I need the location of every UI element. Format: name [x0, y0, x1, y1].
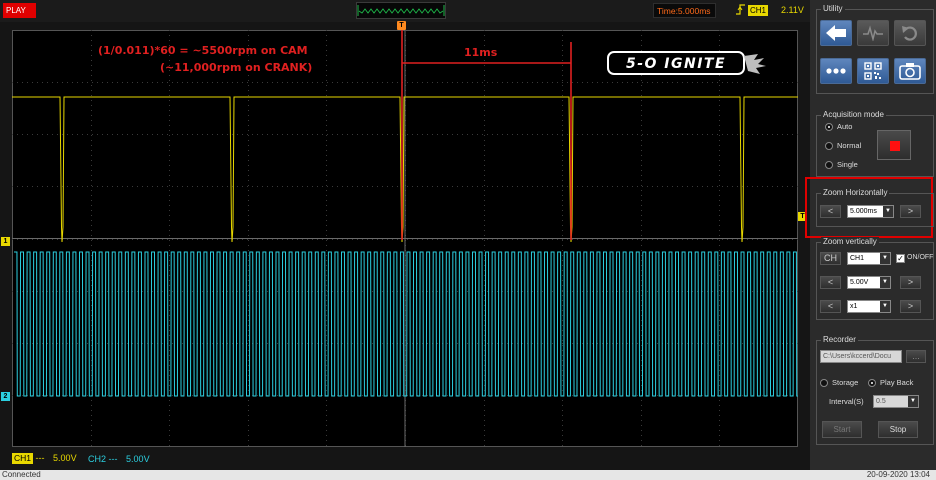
- zoom-v-ch-button[interactable]: CH: [820, 252, 841, 265]
- interval-value: 0.5: [876, 398, 886, 405]
- onoff-checkbox[interactable]: ✓: [896, 254, 905, 263]
- ch1-status: CH1 --- 5.00V: [12, 453, 77, 466]
- zoom-v-volts-select[interactable]: 5.00V ▼: [847, 276, 891, 289]
- zoom-v-probe-value: x1: [850, 303, 858, 310]
- trigger-level-value: 2.11V: [781, 5, 804, 15]
- acq-normal-label: Normal: [837, 141, 862, 150]
- rpm-annotation-line1: (1/0.011)*60 = ~5500rpm on CAM: [98, 44, 308, 57]
- ch2-waveform: [14, 251, 798, 397]
- rec-storage-radio[interactable]: Storage: [820, 378, 859, 388]
- acq-auto-radio[interactable]: Auto: [825, 122, 853, 132]
- logo-text: 5-O IGNITE: [626, 56, 726, 72]
- zoom-v-probe-select[interactable]: x1 ▼: [847, 300, 891, 313]
- run-stop-button[interactable]: [877, 130, 911, 160]
- ch1-offset-marker[interactable]: 1: [1, 237, 10, 246]
- connection-status: Connected: [2, 470, 41, 479]
- ch1-coupling: ---: [35, 453, 45, 463]
- zoom-v-channel-select[interactable]: CH1 ▼: [847, 252, 891, 265]
- acquisition-group: Acquisition mode Auto Normal Single: [816, 110, 934, 177]
- recorder-path-field[interactable]: C:\Users\kccerd\Docu: [820, 350, 902, 363]
- recorder-group: Recorder C:\Users\kccerd\Docu ... Storag…: [816, 335, 934, 445]
- radio-checked-icon: [868, 379, 876, 388]
- trigger-channel-tag: CH1: [748, 5, 769, 16]
- interval-select[interactable]: 0.5 ▼: [873, 395, 919, 408]
- oscilloscope-app: PLAY Time:5.000ms CH1 2.11V (1/0.011)*60…: [0, 0, 936, 480]
- date-time: 20-09-2020 13:04: [866, 470, 930, 479]
- acquisition-title: Acquisition mode: [821, 110, 886, 119]
- rec-storage-label: Storage: [832, 378, 859, 387]
- recorder-stop-button[interactable]: Stop: [878, 421, 918, 438]
- chevron-down-icon: ▼: [880, 277, 890, 288]
- trigger-position-overview[interactable]: [356, 2, 446, 19]
- recorder-start-button[interactable]: Start: [822, 421, 862, 438]
- zoom-horizontal-title: Zoom Horizontally: [821, 188, 890, 197]
- zoom-v-volts-prev-button[interactable]: <: [820, 276, 841, 289]
- zoom-h-value: 5.000ms: [850, 208, 877, 215]
- timebase-readout: Time:5.000ms: [653, 3, 716, 18]
- annotation-layer: (1/0.011)*60 = ~5500rpm on CAM (~11,000r…: [98, 30, 572, 240]
- ch1-scale: 5.00V: [53, 453, 77, 463]
- acq-auto-label: Auto: [837, 122, 853, 131]
- scope-display[interactable]: (1/0.011)*60 = ~5500rpm on CAM (~11,000r…: [12, 30, 798, 447]
- ch2-offset-marker[interactable]: 2: [1, 392, 10, 401]
- rpm-annotation-line2: (~11,000rpm on CRANK): [160, 61, 312, 74]
- play-status-badge[interactable]: PLAY: [3, 3, 36, 18]
- trigger-readout[interactable]: CH1 2.11V: [735, 3, 805, 18]
- zoom-h-next-button[interactable]: >: [900, 205, 921, 218]
- ch2-status-label: CH2: [88, 454, 107, 464]
- recorder-browse-button[interactable]: ...: [906, 350, 926, 363]
- zoom-horizontal-group: Zoom Horizontally < 5.000ms ▼ >: [816, 188, 934, 227]
- zoom-v-probe-next-button[interactable]: >: [900, 300, 921, 313]
- ch1-status-tag: CH1: [12, 453, 34, 464]
- radio-unchecked-icon: [825, 161, 833, 170]
- trigger-position-marker[interactable]: T: [397, 21, 406, 30]
- interval-label: Interval(S): [829, 397, 864, 406]
- zoom-vertical-title: Zoom vertically: [821, 237, 879, 246]
- radio-unchecked-icon: [825, 142, 833, 151]
- undo-icon[interactable]: [894, 20, 926, 46]
- control-panel: Utility Acquisition mode Auto Normal Sin…: [805, 0, 936, 470]
- status-bar: Connected 20-09-2020 13:04: [0, 470, 936, 480]
- logo-splash: [744, 54, 766, 74]
- chevron-down-icon: ▼: [880, 301, 890, 312]
- rising-edge-icon: [735, 3, 747, 18]
- utility-group: Utility: [816, 4, 934, 94]
- graticule-grid: [12, 30, 798, 447]
- zoom-v-volts-value: 5.00V: [850, 279, 869, 286]
- acq-single-radio[interactable]: Single: [825, 160, 858, 170]
- radio-unchecked-icon: [820, 379, 828, 388]
- recorder-title: Recorder: [821, 335, 858, 344]
- waveform-icon[interactable]: [857, 20, 889, 46]
- acq-normal-radio[interactable]: Normal: [825, 141, 862, 151]
- zoom-v-probe-prev-button[interactable]: <: [820, 300, 841, 313]
- onoff-label: ON/OFF: [907, 254, 934, 261]
- top-bar: PLAY Time:5.000ms CH1 2.11V: [0, 0, 810, 22]
- zoom-h-select[interactable]: 5.000ms ▼: [847, 205, 894, 218]
- logo: 5-O IGNITE: [607, 51, 766, 75]
- zoom-v-channel-value: CH1: [850, 255, 865, 262]
- period-label: 11ms: [464, 46, 498, 59]
- chevron-down-icon: ▼: [908, 396, 918, 407]
- chevron-down-icon: ▼: [880, 253, 890, 264]
- zoom-h-prev-button[interactable]: <: [820, 205, 841, 218]
- ch2-status: CH2 --- 5.00V: [88, 453, 150, 466]
- qr-code-icon[interactable]: [857, 58, 889, 84]
- ch2-trace: [14, 251, 798, 397]
- overview-waveform: [357, 5, 445, 16]
- more-icon[interactable]: [820, 58, 852, 84]
- radio-checked-icon: [825, 123, 833, 132]
- chevron-down-icon: ▼: [883, 206, 893, 217]
- rec-playback-label: Play Back: [880, 378, 914, 387]
- ch2-coupling: ---: [108, 454, 118, 464]
- back-arrow-icon[interactable]: [820, 20, 852, 46]
- scope-canvas: (1/0.011)*60 = ~5500rpm on CAM (~11,000r…: [12, 30, 798, 447]
- rec-playback-radio[interactable]: Play Back: [868, 378, 914, 388]
- camera-icon[interactable]: [894, 58, 926, 84]
- stop-square-icon: [890, 141, 900, 151]
- zoom-vertical-group: Zoom vertically CH CH1 ▼ ✓ ON/OFF < 5.00…: [816, 237, 934, 320]
- ch2-scale: 5.00V: [126, 454, 150, 464]
- zoom-v-volts-next-button[interactable]: >: [900, 276, 921, 289]
- acq-single-label: Single: [837, 160, 858, 169]
- utility-title: Utility: [821, 4, 845, 13]
